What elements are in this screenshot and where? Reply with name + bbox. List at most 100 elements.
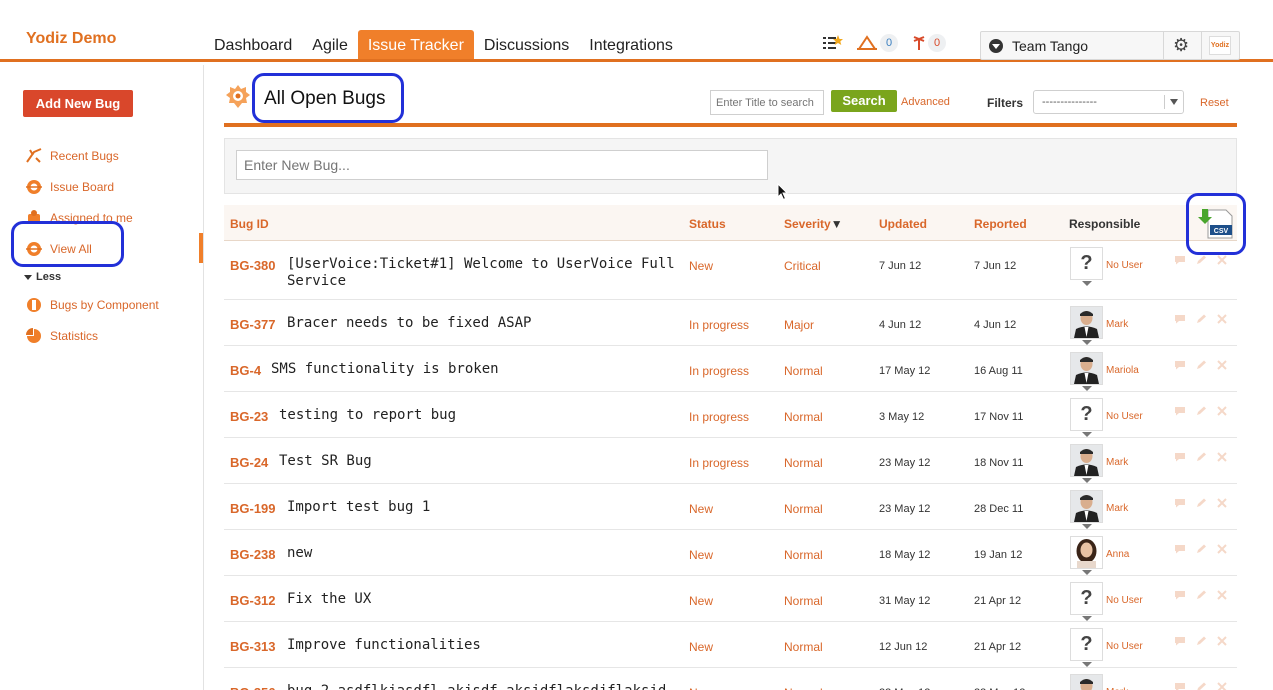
sidebar-item-issue-board[interactable]: Issue Board	[24, 176, 114, 198]
tab-dashboard[interactable]: Dashboard	[204, 30, 302, 59]
comment-icon[interactable]	[1174, 406, 1186, 416]
close-icon[interactable]	[1216, 452, 1228, 462]
comment-icon[interactable]	[1174, 498, 1186, 508]
edit-icon[interactable]	[1195, 544, 1207, 554]
new-bug-input[interactable]	[236, 150, 768, 180]
reset-link[interactable]: Reset	[1200, 97, 1229, 109]
bug-title-link[interactable]: Improve functionalities	[287, 637, 481, 653]
edit-icon[interactable]	[1195, 498, 1207, 508]
severity-value[interactable]: Normal	[784, 502, 823, 516]
comment-icon[interactable]	[1174, 544, 1186, 554]
bug-id-link[interactable]: BG-356	[230, 685, 276, 690]
bug-id-link[interactable]: BG-4	[230, 363, 261, 378]
bug-id-link[interactable]: BG-23	[230, 409, 268, 424]
column-bug-id[interactable]: Bug ID	[230, 217, 269, 231]
status-value[interactable]: New	[689, 259, 713, 273]
status-value[interactable]: In progress	[689, 318, 749, 332]
status-value[interactable]: New	[689, 686, 713, 690]
column-severity[interactable]: Severity▼	[784, 217, 843, 231]
responsible-name[interactable]: Anna	[1106, 549, 1129, 560]
pins-button[interactable]: 0	[912, 34, 946, 52]
edit-icon[interactable]	[1195, 314, 1207, 324]
brand-title[interactable]: Yodiz Demo	[26, 30, 116, 48]
table-row[interactable]: BG-24 Test SR Bug In progress Normal 23 May …	[224, 438, 1237, 484]
severity-value[interactable]: Normal	[784, 686, 823, 690]
comment-icon[interactable]	[1174, 590, 1186, 600]
table-row[interactable]: BG-4 SMS functionality is broken In progre…	[224, 346, 1237, 392]
bug-title-link[interactable]: Import test bug 1	[287, 499, 430, 515]
avatar[interactable]	[1070, 306, 1103, 345]
close-icon[interactable]	[1216, 360, 1228, 370]
bug-id-link[interactable]: BG-380	[230, 258, 276, 273]
comment-icon[interactable]	[1174, 682, 1186, 690]
tab-discussions[interactable]: Discussions	[474, 30, 579, 59]
bug-id-link[interactable]: BG-24	[230, 455, 268, 470]
csv-download-icon[interactable]: CSV	[1196, 208, 1236, 240]
close-icon[interactable]	[1216, 255, 1228, 265]
bug-id-link[interactable]: BG-312	[230, 593, 276, 608]
filters-select[interactable]: ---------------	[1033, 90, 1184, 114]
severity-value[interactable]: Major	[784, 318, 814, 332]
sidebar-item-statistics[interactable]: Statistics	[24, 325, 98, 347]
severity-value[interactable]: Normal	[784, 410, 823, 424]
table-row[interactable]: BG-356 bug 2 asdflkjasdfl akjsdf aksjdfla…	[224, 668, 1237, 690]
column-reported[interactable]: Reported	[974, 217, 1027, 231]
status-value[interactable]: In progress	[689, 364, 749, 378]
table-row[interactable]: BG-312 Fix the UX New Normal 31 May 12 21 Apr…	[224, 576, 1237, 622]
severity-value[interactable]: Normal	[784, 456, 823, 470]
edit-icon[interactable]	[1195, 255, 1207, 265]
edit-icon[interactable]	[1195, 682, 1207, 690]
tab-agile[interactable]: Agile	[302, 30, 358, 59]
responsible-name[interactable]: No User	[1106, 411, 1143, 422]
bug-id-link[interactable]: BG-199	[230, 501, 276, 516]
responsible-name[interactable]: Mark	[1106, 503, 1128, 514]
severity-value[interactable]: Critical	[784, 259, 821, 273]
avatar[interactable]	[1070, 444, 1103, 483]
severity-value[interactable]: Normal	[784, 640, 823, 654]
favorites-button[interactable]	[822, 34, 844, 52]
comment-icon[interactable]	[1174, 255, 1186, 265]
bug-title-link[interactable]: Test SR Bug	[279, 453, 372, 469]
edit-icon[interactable]	[1195, 406, 1207, 416]
advanced-search-link[interactable]: Advanced	[901, 96, 950, 108]
responsible-name[interactable]: Mark	[1106, 457, 1128, 468]
bug-id-link[interactable]: BG-313	[230, 639, 276, 654]
edit-icon[interactable]	[1195, 590, 1207, 600]
bug-title-continued[interactable]: Service	[287, 273, 346, 289]
close-icon[interactable]	[1216, 590, 1228, 600]
column-status[interactable]: Status	[689, 217, 726, 231]
gear-icon[interactable]: ⚙	[1173, 36, 1189, 54]
comment-icon[interactable]	[1174, 452, 1186, 462]
sidebar-item-assigned-to-me[interactable]: Assigned to me	[24, 207, 133, 229]
table-row[interactable]: BG-238 new New Normal 18 May 12 19 Jan 12 Anna	[224, 530, 1237, 576]
responsible-name[interactable]: No User	[1106, 595, 1143, 606]
table-row[interactable]: BG-199 Import test bug 1 New Normal 23 May 1…	[224, 484, 1237, 530]
avatar[interactable]: ?	[1070, 628, 1103, 667]
comment-icon[interactable]	[1174, 636, 1186, 646]
close-icon[interactable]	[1216, 498, 1228, 508]
edit-icon[interactable]	[1195, 452, 1207, 462]
less-toggle[interactable]: Less	[24, 271, 61, 283]
avatar[interactable]	[1070, 352, 1103, 391]
close-icon[interactable]	[1216, 544, 1228, 554]
table-row[interactable]: BG-23 testing to report bug In progress Nor…	[224, 392, 1237, 438]
status-value[interactable]: In progress	[689, 456, 749, 470]
bug-title-link[interactable]: new	[287, 545, 312, 561]
status-value[interactable]: New	[689, 548, 713, 562]
severity-value[interactable]: Normal	[784, 548, 823, 562]
avatar[interactable]: ?	[1070, 247, 1103, 286]
tab-integrations[interactable]: Integrations	[579, 30, 683, 59]
bug-title-link[interactable]: bug 2 asdflkjasdfl akjsdf aksjdflaksdjfl…	[287, 683, 666, 690]
responsible-name[interactable]: Mark	[1106, 319, 1128, 330]
bug-id-link[interactable]: BG-238	[230, 547, 276, 562]
sidebar-item-bugs-by-component[interactable]: Bugs by Component	[24, 294, 159, 316]
severity-value[interactable]: Normal	[784, 594, 823, 608]
status-value[interactable]: In progress	[689, 410, 749, 424]
avatar[interactable]	[1070, 674, 1103, 690]
table-row[interactable]: BG-313 Improve functionalities New Normal 12…	[224, 622, 1237, 668]
search-button[interactable]: Search	[831, 90, 897, 112]
bug-id-link[interactable]: BG-377	[230, 317, 276, 332]
bug-title-link[interactable]: Fix the UX	[287, 591, 371, 607]
status-value[interactable]: New	[689, 640, 713, 654]
responsible-name[interactable]: Mariola	[1106, 365, 1139, 376]
